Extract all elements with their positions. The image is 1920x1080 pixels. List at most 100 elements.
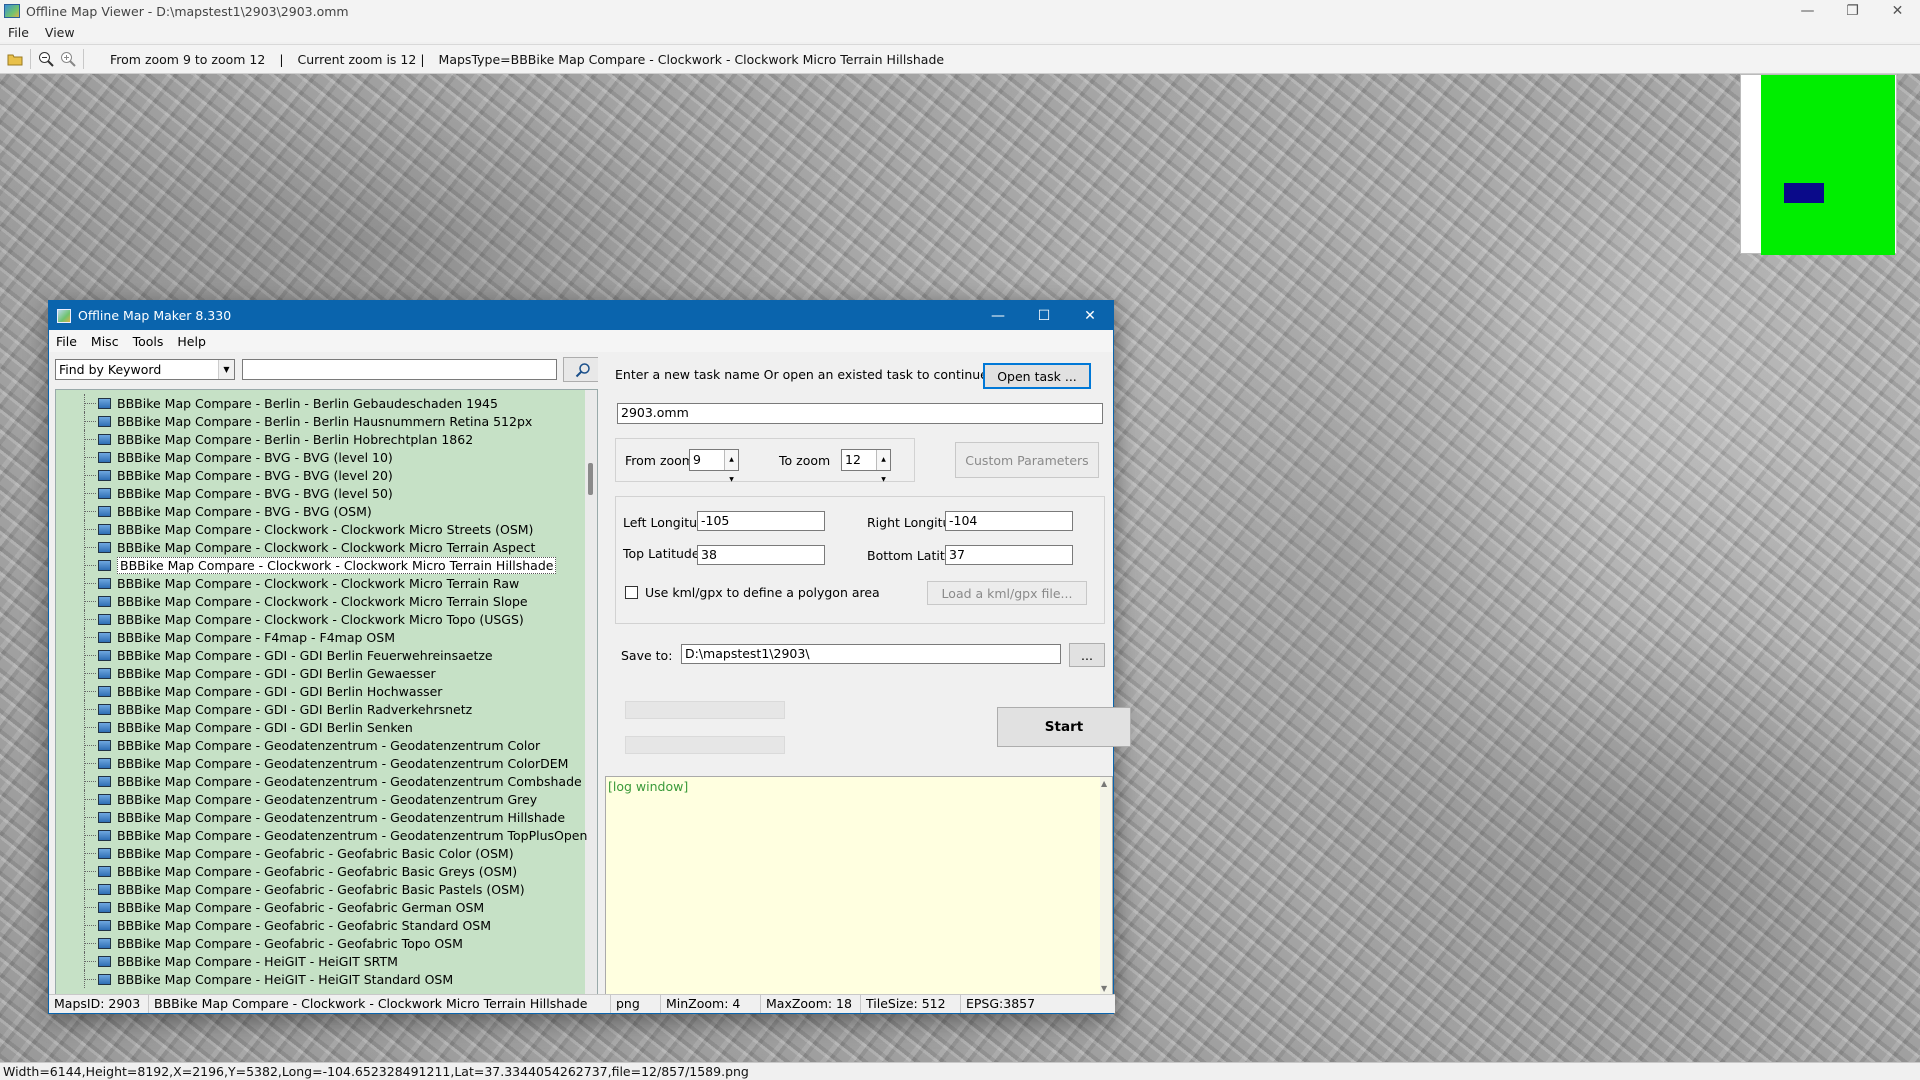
from-zoom-up-icon[interactable]: ▲	[729, 450, 734, 470]
map-layer-icon	[98, 775, 111, 787]
open-folder-icon[interactable]	[4, 48, 26, 70]
tree-item[interactable]: BBBike Map Compare - Geofabric - Geofabr…	[56, 934, 463, 952]
zoom-in-icon[interactable]	[57, 48, 79, 70]
task-name-input[interactable]: 2903.omm	[617, 403, 1103, 424]
tree-item-label: BBBike Map Compare - Clockwork - Clockwo…	[117, 539, 536, 555]
tree-item[interactable]: BBBike Map Compare - GDI - GDI Berlin Ra…	[56, 700, 472, 718]
from-zoom-label: From zoom	[625, 453, 694, 468]
tree-item[interactable]: BBBike Map Compare - HeiGIT - HeiGIT Sta…	[56, 970, 453, 988]
menu-file[interactable]: File	[0, 25, 37, 40]
tree-item[interactable]: BBBike Map Compare - GDI - GDI Berlin Se…	[56, 718, 413, 736]
tree-item-label: BBBike Map Compare - GDI - GDI Berlin Se…	[117, 719, 413, 735]
scroll-down-icon[interactable]: ▼	[1101, 984, 1107, 993]
dialog-minimize-button[interactable]: —	[975, 301, 1021, 330]
tree-item[interactable]: BBBike Map Compare - Geodatenzentrum - G…	[56, 736, 540, 754]
tree-item-label: BBBike Map Compare - Clockwork - Clockwo…	[117, 521, 534, 537]
tree-item[interactable]: BBBike Map Compare - Geodatenzentrum - G…	[56, 826, 587, 844]
dialog-menu-file[interactable]: File	[49, 334, 84, 349]
menu-view[interactable]: View	[37, 25, 83, 40]
tree-item[interactable]: BBBike Map Compare - BVG - BVG (level 20…	[56, 466, 393, 484]
from-zoom-down-icon[interactable]: ▼	[729, 470, 734, 490]
dialog-menu-misc[interactable]: Misc	[84, 334, 126, 349]
kml-polygon-checkbox[interactable]	[625, 586, 638, 599]
tree-item[interactable]: BBBike Map Compare - F4map - F4map OSM	[56, 628, 395, 646]
dialog-menu-tools[interactable]: Tools	[126, 334, 171, 349]
tree-item[interactable]: BBBike Map Compare - Geofabric - Geofabr…	[56, 880, 525, 898]
tree-connector	[56, 718, 98, 736]
search-input[interactable]	[242, 359, 557, 380]
save-to-input[interactable]: D:\mapstest1\2903\	[681, 644, 1061, 664]
minimap-viewport[interactable]	[1784, 183, 1824, 203]
to-zoom-stepper[interactable]: 12 ▲ ▼	[841, 449, 891, 483]
tree-item[interactable]: BBBike Map Compare - BVG - BVG (level 50…	[56, 484, 393, 502]
tree-item[interactable]: BBBike Map Compare - Clockwork - Clockwo…	[56, 610, 524, 628]
search-button[interactable]	[563, 357, 603, 382]
tree-item[interactable]: BBBike Map Compare - GDI - GDI Berlin Ge…	[56, 664, 436, 682]
tree-item[interactable]: BBBike Map Compare - Berlin - Berlin Geb…	[56, 394, 498, 412]
find-mode-select[interactable]: Find by Keyword ▼	[55, 359, 235, 380]
status-tile-size: TileSize: 512	[861, 995, 961, 1013]
minimize-button[interactable]: —	[1785, 0, 1830, 22]
open-task-button[interactable]: Open task ...	[983, 363, 1091, 389]
bottom-latitude-input[interactable]: 37	[945, 545, 1073, 565]
to-zoom-up-icon[interactable]: ▲	[881, 450, 886, 470]
dialog-menu-help[interactable]: Help	[170, 334, 213, 349]
map-layer-icon	[98, 757, 111, 769]
dialog-maximize-button[interactable]: ☐	[1021, 301, 1067, 330]
tree-item[interactable]: BBBike Map Compare - Geofabric - Geofabr…	[56, 898, 484, 916]
pane-splitter[interactable]	[598, 356, 603, 996]
tree-scrollbar-thumb[interactable]	[588, 463, 593, 495]
tree-connector	[56, 610, 98, 628]
start-button[interactable]: Start	[997, 707, 1131, 747]
zoom-out-icon[interactable]	[35, 48, 57, 70]
to-zoom-down-icon[interactable]: ▼	[881, 470, 886, 490]
tree-item[interactable]: BBBike Map Compare - GDI - GDI Berlin Ho…	[56, 682, 442, 700]
tree-item[interactable]: BBBike Map Compare - Geodatenzentrum - G…	[56, 772, 582, 790]
tree-item[interactable]: BBBike Map Compare - Clockwork - Clockwo…	[56, 574, 519, 592]
tree-item[interactable]: BBBike Map Compare - Geodatenzentrum - G…	[56, 790, 537, 808]
close-button[interactable]: ✕	[1875, 0, 1920, 22]
scroll-up-icon[interactable]: ▲	[1101, 779, 1107, 788]
tree-connector	[56, 394, 98, 412]
map-layer-icon	[98, 973, 111, 985]
tree-item[interactable]: BBBike Map Compare - Geofabric - Geofabr…	[56, 916, 491, 934]
overview-minimap[interactable]	[1740, 74, 1897, 255]
tree-connector	[56, 502, 98, 520]
chevron-down-icon[interactable]: ▼	[218, 360, 234, 379]
tree-item[interactable]: BBBike Map Compare - BVG - BVG (OSM)	[56, 502, 372, 520]
tree-item[interactable]: BBBike Map Compare - Clockwork - Clockwo…	[56, 538, 535, 556]
custom-parameters-button[interactable]: Custom Parameters	[955, 442, 1099, 478]
zoom-info-separator: |	[279, 51, 284, 67]
log-window[interactable]: [log window] ▲ ▼	[605, 776, 1113, 996]
map-layer-icon	[98, 721, 111, 733]
dialog-close-button[interactable]: ✕	[1067, 301, 1113, 330]
tree-item[interactable]: BBBike Map Compare - Geofabric - Geofabr…	[56, 844, 514, 862]
log-scrollbar[interactable]: ▲ ▼	[1100, 777, 1112, 995]
title-bar: Offline Map Viewer - D:\mapstest1\2903\2…	[0, 0, 1920, 22]
tree-item[interactable]: BBBike Map Compare - Clockwork - Clockwo…	[56, 520, 533, 538]
tree-scrollbar[interactable]	[585, 390, 597, 995]
tree-item[interactable]: BBBike Map Compare - Clockwork - Clockwo…	[56, 556, 557, 574]
tree-item[interactable]: BBBike Map Compare - Berlin - Berlin Hau…	[56, 412, 532, 430]
maximize-button[interactable]: ❐	[1830, 0, 1875, 22]
maps-tree[interactable]: BBBike Map Compare - Berlin - Berlin Geb…	[55, 389, 598, 996]
tree-item[interactable]: BBBike Map Compare - Geodatenzentrum - G…	[56, 808, 565, 826]
tree-item[interactable]: BBBike Map Compare - Berlin - Berlin Hob…	[56, 430, 473, 448]
map-layer-icon	[98, 415, 111, 427]
tree-item[interactable]: BBBike Map Compare - GDI - GDI Berlin Fe…	[56, 646, 493, 664]
load-kml-button[interactable]: Load a kml/gpx file...	[927, 581, 1087, 605]
browse-folder-button[interactable]: ...	[1069, 643, 1105, 667]
tree-item-label: BBBike Map Compare - Clockwork - Clockwo…	[117, 611, 524, 627]
status-max-zoom: MaxZoom: 18	[761, 995, 861, 1013]
tree-item[interactable]: BBBike Map Compare - Geofabric - Geofabr…	[56, 862, 517, 880]
tree-item[interactable]: BBBike Map Compare - Geodatenzentrum - G…	[56, 754, 568, 772]
tree-item-label: BBBike Map Compare - Geodatenzentrum - G…	[117, 809, 566, 825]
tree-item[interactable]: BBBike Map Compare - HeiGIT - HeiGIT SRT…	[56, 952, 398, 970]
tree-item[interactable]: BBBike Map Compare - Clockwork - Clockwo…	[56, 592, 528, 610]
from-zoom-stepper[interactable]: 9 ▲ ▼	[689, 449, 739, 483]
tree-connector	[56, 952, 98, 970]
left-longitude-input[interactable]: -105	[697, 511, 825, 531]
right-longitude-input[interactable]: -104	[945, 511, 1073, 531]
tree-item[interactable]: BBBike Map Compare - BVG - BVG (level 10…	[56, 448, 393, 466]
top-latitude-input[interactable]: 38	[697, 545, 825, 565]
